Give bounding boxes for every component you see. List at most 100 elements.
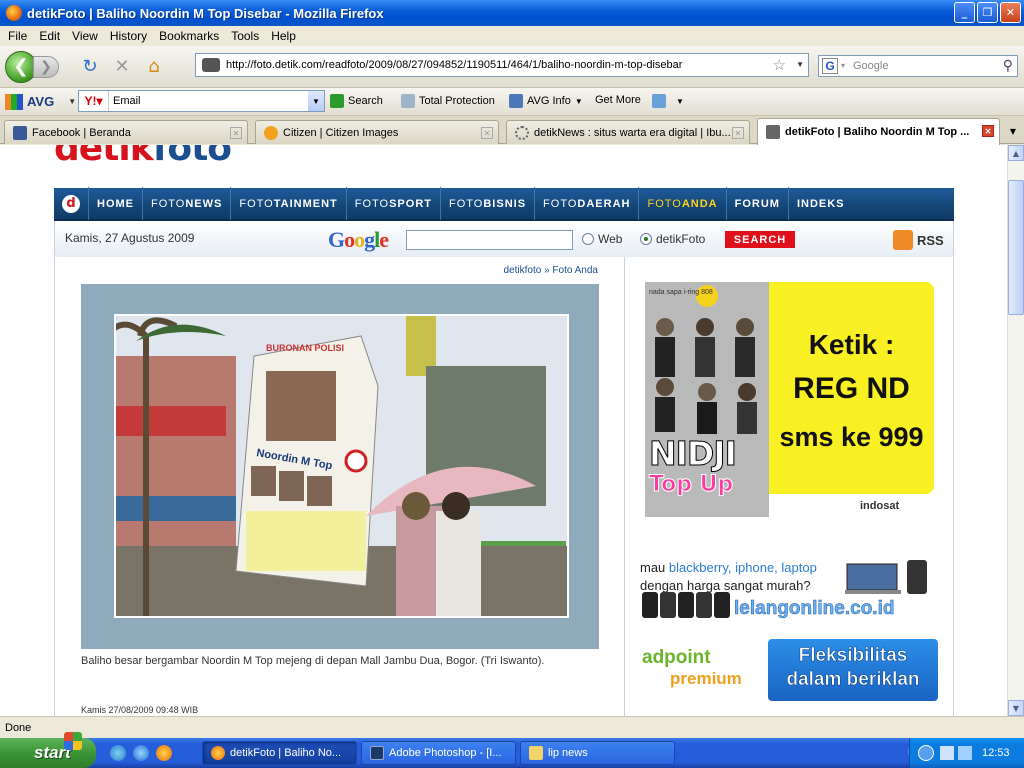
tab-detiknews[interactable]: detikNews : situs warta era digital | Ib… bbox=[506, 120, 750, 144]
avg-info-button[interactable]: AVG Info ▼ bbox=[509, 94, 583, 108]
yahoo-search-field[interactable]: Y!▾ Email ▼ bbox=[78, 90, 325, 112]
nav-fotobisnis[interactable]: FOTO BISNIS bbox=[440, 187, 534, 220]
nidji-ad-banner[interactable]: nada sapa i-ring 808 Ketik : REG ND sms … bbox=[645, 282, 934, 520]
menu-bookmarks[interactable]: Bookmarks bbox=[153, 29, 225, 43]
tab-close-icon[interactable]: ✕ bbox=[732, 127, 744, 139]
task-label: Adobe Photoshop - [I... bbox=[389, 747, 502, 759]
tab-detikfoto[interactable]: detikFoto | Baliho Noordin M Top ... ✕ bbox=[757, 118, 1000, 145]
tab-label: Citizen | Citizen Images bbox=[283, 126, 399, 139]
radio-web[interactable]: Web bbox=[582, 232, 622, 246]
get-more-button[interactable]: Get More bbox=[595, 94, 641, 106]
yahoo-dropdown-icon[interactable]: ▼ bbox=[308, 91, 324, 111]
svg-text:BURONAN POLISI: BURONAN POLISI bbox=[266, 343, 344, 353]
yahoo-icon[interactable]: Y!▾ bbox=[79, 91, 109, 111]
scroll-thumb[interactable] bbox=[1008, 180, 1024, 315]
task-label: lip news bbox=[548, 747, 588, 759]
task-photoshop[interactable]: Adobe Photoshop - [I... bbox=[361, 741, 516, 765]
nav-indeks[interactable]: INDEKS bbox=[787, 187, 853, 220]
ad3-slogan2: dalam beriklan bbox=[786, 669, 920, 691]
menu-history[interactable]: History bbox=[104, 29, 153, 43]
clock[interactable]: 12:53 bbox=[982, 747, 1010, 759]
avg-logo-button[interactable]: AVG ▼ bbox=[5, 93, 76, 110]
windows-logo-icon bbox=[64, 732, 82, 750]
scroll-up-icon[interactable]: ▲ bbox=[1008, 145, 1024, 161]
engine-dropdown-icon[interactable]: ▾ bbox=[841, 61, 845, 70]
scroll-down-icon[interactable]: ▼ bbox=[1008, 700, 1024, 716]
photo-frame: BURONAN POLISI Noordin M Top bbox=[81, 284, 599, 649]
phones-illustration bbox=[642, 592, 730, 618]
search-magnifier-icon[interactable]: ⚲ bbox=[1003, 57, 1013, 74]
menu-edit[interactable]: Edit bbox=[33, 29, 66, 43]
avg-extra-button[interactable]: ▼ bbox=[652, 94, 684, 108]
nav-fotoanda[interactable]: FOTO ANDA bbox=[638, 187, 725, 220]
menu-bar: File Edit View History Bookmarks Tools H… bbox=[0, 26, 1024, 46]
loading-icon bbox=[515, 125, 529, 140]
url-text: http://foto.detik.com/readfoto/2009/08/2… bbox=[226, 59, 683, 71]
tab-facebook[interactable]: Facebook | Beranda ✕ bbox=[4, 120, 248, 144]
task-firefox[interactable]: detikFoto | Baliho No... bbox=[202, 741, 357, 765]
reload-icon[interactable]: ↻ bbox=[77, 54, 103, 80]
avg-icon bbox=[5, 93, 23, 110]
url-dropdown-icon[interactable]: ▼ bbox=[796, 60, 804, 69]
task-lip-news[interactable]: lip news bbox=[520, 741, 675, 765]
search-engine-box[interactable]: G ▾ Google ⚲ bbox=[818, 55, 1018, 77]
folder-icon bbox=[529, 746, 543, 760]
internet-explorer-icon[interactable] bbox=[133, 745, 149, 761]
detikfoto-logo[interactable]: detikfoto bbox=[54, 145, 232, 167]
adpoint-ad-banner[interactable]: adpoint premium Fleksibilitas dalam beri… bbox=[642, 639, 938, 701]
tab-close-icon[interactable]: ✕ bbox=[982, 125, 994, 137]
photo-caption: Baliho besar bergambar Noordin M Top mej… bbox=[81, 655, 545, 667]
vertical-scrollbar[interactable]: ▲ ▼ bbox=[1007, 145, 1024, 716]
home-icon[interactable]: ⌂ bbox=[141, 54, 167, 80]
radio-detikfoto[interactable]: detikFoto bbox=[640, 232, 705, 246]
detik-d-icon[interactable]: d bbox=[62, 194, 80, 213]
stop-icon[interactable]: ✕ bbox=[109, 54, 135, 80]
menu-view[interactable]: View bbox=[66, 29, 104, 43]
tab-list-dropdown-icon[interactable]: ▼ bbox=[1004, 120, 1022, 142]
ad1-line2: REG ND bbox=[793, 372, 910, 405]
rss-icon bbox=[893, 230, 913, 250]
google-search-input[interactable] bbox=[406, 230, 573, 250]
restore-button[interactable]: ❐ bbox=[977, 2, 998, 23]
total-protection-button[interactable]: Total Protection bbox=[401, 94, 495, 108]
close-window-button[interactable]: ✕ bbox=[1000, 2, 1021, 23]
nav-fotonews[interactable]: FOTO NEWS bbox=[142, 187, 230, 220]
ad1-line3: sms ke 999 bbox=[779, 422, 924, 452]
publish-date: Kamis 27/08/2009 09:48 WIB bbox=[81, 705, 199, 715]
breadcrumb[interactable]: detikfoto » Foto Anda bbox=[503, 265, 598, 276]
menu-tools[interactable]: Tools bbox=[225, 29, 265, 43]
avg-search-label: Search bbox=[348, 95, 383, 107]
navigation-toolbar: ❮ ❯ ↻ ✕ ⌂ http://foto.detik.com/readfoto… bbox=[0, 46, 1024, 88]
network-icon[interactable] bbox=[940, 746, 954, 760]
menu-file[interactable]: File bbox=[2, 29, 33, 43]
site-identity-icon[interactable] bbox=[202, 58, 220, 72]
nav-fotodaerah[interactable]: FOTO DAERAH bbox=[534, 187, 638, 220]
tab-close-icon[interactable]: ✕ bbox=[230, 127, 242, 139]
article-column: detikfoto » Foto Anda BURONAN POLISI Noo… bbox=[55, 257, 625, 716]
volume-icon[interactable] bbox=[958, 746, 972, 760]
google-engine-icon[interactable]: G bbox=[822, 58, 838, 74]
lelangonline-ad-banner[interactable]: mau blackberry, iphone, laptop dengan ha… bbox=[640, 560, 938, 622]
url-bar[interactable]: http://foto.detik.com/readfoto/2009/08/2… bbox=[195, 53, 809, 77]
tray-expand-icon[interactable] bbox=[918, 745, 934, 761]
menu-help[interactable]: Help bbox=[265, 29, 302, 43]
search-button[interactable]: SEARCH bbox=[725, 231, 795, 248]
content-area: detikfoto » Foto Anda BURONAN POLISI Noo… bbox=[54, 257, 954, 716]
tab-citizen[interactable]: Citizen | Citizen Images ✕ bbox=[255, 120, 499, 144]
firefox-quicklaunch-icon[interactable] bbox=[156, 745, 172, 761]
forward-button[interactable]: ❯ bbox=[33, 55, 59, 78]
start-button[interactable]: start bbox=[0, 732, 96, 768]
show-desktop-icon[interactable] bbox=[110, 745, 126, 761]
nav-home[interactable]: HOME bbox=[88, 187, 142, 220]
tab-close-icon[interactable]: ✕ bbox=[481, 127, 493, 139]
nav-fotosport[interactable]: FOTO SPORT bbox=[345, 187, 440, 220]
avg-info-label: AVG Info bbox=[527, 95, 571, 107]
get-more-label: Get More bbox=[595, 94, 641, 106]
ad2-line1: mau blackberry, iphone, laptop bbox=[640, 560, 817, 575]
bookmark-star-icon[interactable]: ☆ bbox=[773, 56, 786, 74]
avg-search-button[interactable]: Search bbox=[330, 94, 383, 108]
minimize-button[interactable]: _ bbox=[954, 2, 975, 23]
nav-fototainment[interactable]: FOTO TAINMENT bbox=[230, 187, 345, 220]
rss-link[interactable]: RSS bbox=[893, 230, 944, 250]
nav-forum[interactable]: FORUM bbox=[725, 187, 788, 220]
